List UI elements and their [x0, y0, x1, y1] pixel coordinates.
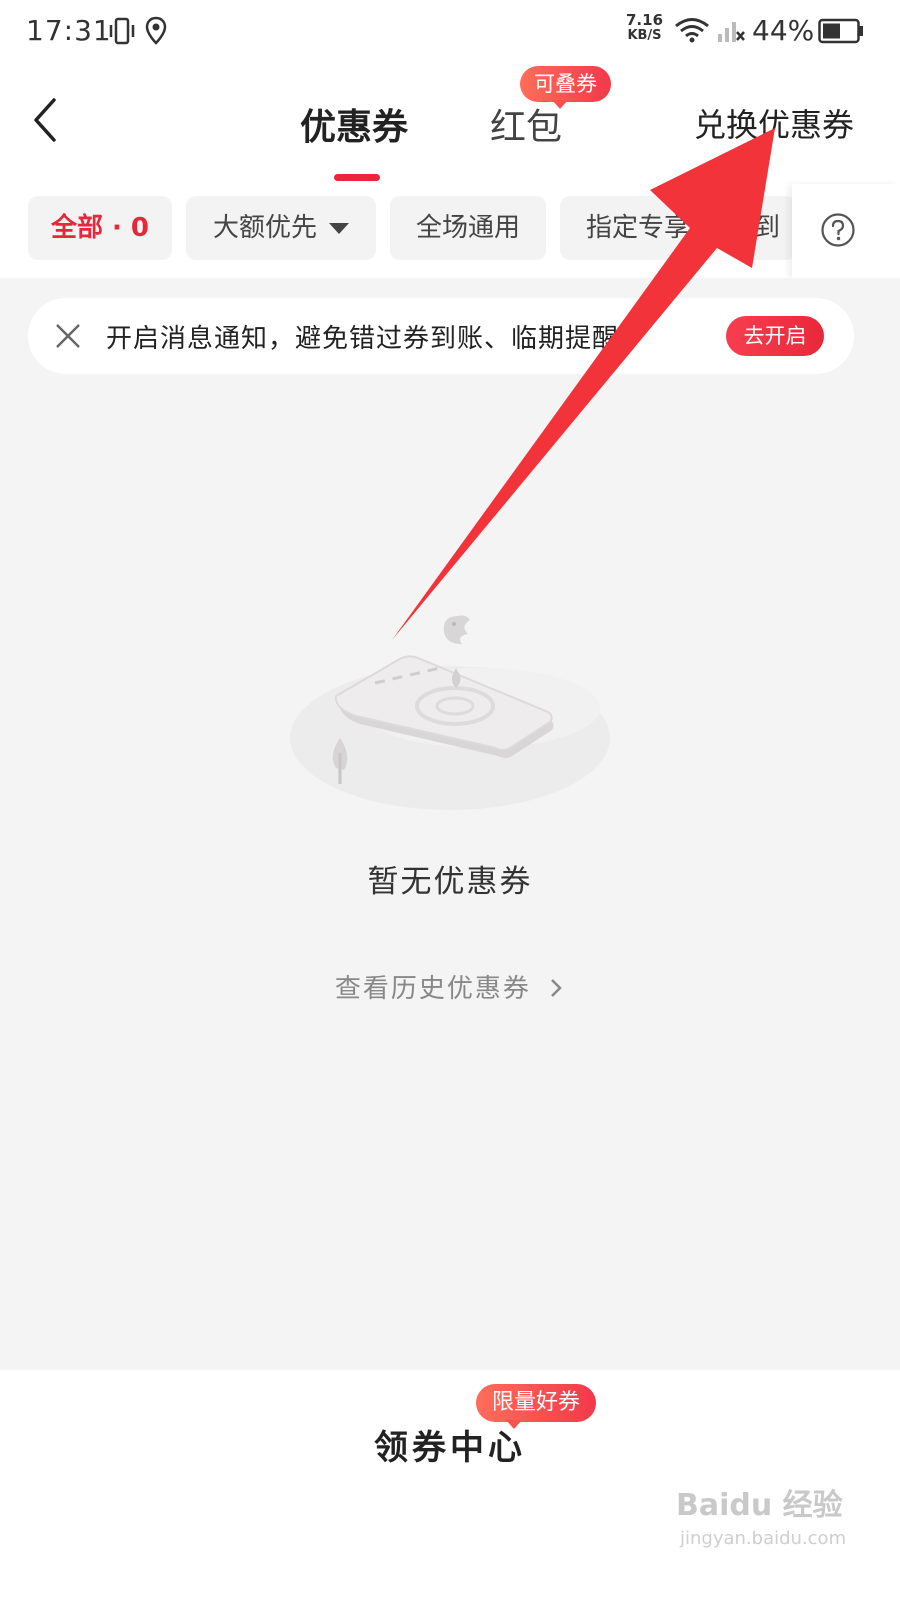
notification-banner: 开启消息通知，避免错过券到账、临期提醒 去开启 [28, 298, 854, 374]
history-coupons-link[interactable]: 查看历史优惠券 [0, 968, 900, 1005]
caret-down-icon [329, 223, 349, 234]
network-speed-unit: KB/S [627, 28, 662, 43]
vibrate-icon [109, 17, 135, 45]
history-link-label: 查看历史优惠券 [334, 974, 531, 1004]
help-icon[interactable] [820, 212, 856, 248]
baidu-watermark-url: jingyan.baidu.com [680, 1528, 847, 1549]
location-icon [145, 16, 167, 45]
coupon-center-button[interactable]: 领券中心 [0, 1420, 900, 1469]
active-tab-indicator [334, 174, 380, 181]
tab-coupon[interactable]: 优惠券 [300, 98, 408, 150]
baidu-watermark-logo: Baidu 经验 [676, 1488, 843, 1523]
redpack-badge: 可叠券 [520, 66, 611, 109]
empty-state-title: 暂无优惠券 [367, 864, 533, 900]
filter-chip-all[interactable]: 全部 · 0 [28, 196, 172, 260]
enable-notification-button[interactable]: 去开启 [726, 316, 824, 356]
empty-coupon-illustration [290, 615, 610, 810]
page-header: 优惠券 红包 可叠券 兑换优惠券 [0, 64, 900, 184]
exchange-coupon-link[interactable]: 兑换优惠券 [694, 100, 854, 146]
signal-icon [718, 22, 745, 42]
chevron-right-icon [551, 979, 562, 997]
back-icon[interactable] [30, 94, 70, 146]
filter-chip-large-first[interactable]: 大额优先 [186, 196, 376, 260]
filter-bar: 全部 · 0 大额优先 全场通用 指定专享 到店 [0, 184, 900, 278]
status-time: 17:31 [26, 14, 112, 47]
wifi-icon [675, 18, 709, 43]
close-icon[interactable] [52, 320, 84, 352]
limited-coupon-badge: 限量好券 [476, 1384, 597, 1429]
battery-percent: 44% [752, 14, 815, 47]
notification-text: 开启消息通知，避免错过券到账、临期提醒 [106, 324, 620, 354]
filter-chip-storewide[interactable]: 全场通用 [390, 196, 546, 260]
network-speed-value: 7.16 [626, 11, 664, 29]
status-bar: 17:31 7.16 KB/S 44% [0, 0, 900, 64]
battery-icon [818, 18, 863, 44]
coupon-list-area: 开启消息通知，避免错过券到账、临期提醒 去开启 暂无优惠券 查看历史优惠券 [0, 278, 900, 1370]
network-speed: 7.16 KB/S [626, 12, 663, 44]
filter-chip-label: 大额优先 [212, 213, 317, 243]
filter-chip-exclusive[interactable]: 指定专享 [560, 196, 716, 260]
filter-chip-in-store[interactable]: 到店 [730, 196, 796, 260]
